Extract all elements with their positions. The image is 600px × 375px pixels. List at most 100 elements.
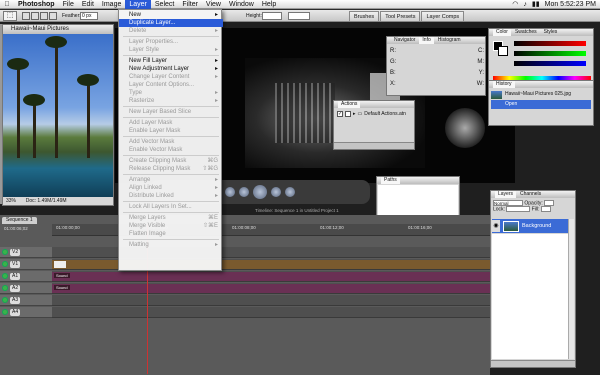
well-brushes[interactable]: Brushes xyxy=(349,11,380,21)
tab-color[interactable]: Color xyxy=(493,29,511,36)
layer-row-background[interactable]: ◉ Background xyxy=(492,219,574,233)
tab-swatches[interactable]: Swatches xyxy=(512,29,540,36)
play-button[interactable] xyxy=(253,185,267,199)
current-timecode[interactable]: 01:00:06;02 xyxy=(4,226,28,231)
menu-item-align-linked[interactable]: Align Linked ▸ xyxy=(119,184,223,192)
audio-clip[interactable]: Sound xyxy=(52,284,490,293)
menu-item-merge-layers[interactable]: Merge Layers ⌘E xyxy=(119,214,223,222)
menu-item-delete[interactable]: Delete ▸ xyxy=(119,27,223,35)
menu-image[interactable]: Image xyxy=(98,0,125,9)
menu-photoshop[interactable]: Photoshop xyxy=(14,0,59,9)
action-set-row[interactable]: ✓ ▸ ▭ Default Actions.atn xyxy=(337,111,406,117)
menu-item-distribute-linked[interactable]: Distribute Linked ▸ xyxy=(119,192,223,200)
menu-layer[interactable]: Layer xyxy=(125,0,151,9)
track-name[interactable]: V2 xyxy=(10,248,21,256)
track-toggle-icon[interactable] xyxy=(2,309,8,315)
menu-item-create-clipping-mask[interactable]: Create Clipping Mask ⌘G xyxy=(119,157,223,165)
track-lane[interactable]: Sound xyxy=(52,271,490,282)
menu-item-layer-content-options[interactable]: Layer Content Options... xyxy=(119,81,223,89)
menu-item-add-vector-mask[interactable]: Add Vector Mask xyxy=(119,138,223,146)
wifi-icon[interactable]: ◠ xyxy=(512,0,518,9)
menu-help[interactable]: Help xyxy=(258,0,280,9)
eye-icon[interactable]: ◉ xyxy=(492,220,500,232)
menu-item-layer-style[interactable]: Layer Style ▸ xyxy=(119,46,223,54)
tab-styles[interactable]: Styles xyxy=(541,29,561,36)
blend-mode-select[interactable]: Normal xyxy=(493,200,523,206)
menu-item-rasterize[interactable]: Rasterize ▸ xyxy=(119,97,223,105)
history-snapshot[interactable]: Hawaii~Maui Pictures 025.jpg xyxy=(491,90,591,99)
tab-navigator[interactable]: Navigator xyxy=(391,37,418,44)
track-toggle-icon[interactable] xyxy=(2,273,8,279)
tab-info[interactable]: Info xyxy=(419,37,434,44)
prev-edit-button[interactable] xyxy=(225,187,235,197)
tab-actions[interactable]: Actions xyxy=(338,101,361,108)
track-toggle-icon[interactable] xyxy=(2,285,8,291)
blue-slider[interactable] xyxy=(514,61,586,66)
menu-filter[interactable]: Filter xyxy=(178,0,202,9)
fill-input[interactable] xyxy=(540,206,551,213)
tab-history[interactable]: History xyxy=(493,81,515,88)
menu-item-release-clipping-mask[interactable]: Release Clipping Mask ⇧⌘G xyxy=(119,165,223,173)
track-toggle-icon[interactable] xyxy=(2,261,8,267)
tab-channels[interactable]: Channels xyxy=(517,191,544,198)
menu-select[interactable]: Select xyxy=(151,0,178,9)
menu-view[interactable]: View xyxy=(202,0,225,9)
menu-item-matting[interactable]: Matting ▸ xyxy=(119,241,223,249)
track-lane[interactable] xyxy=(52,307,490,318)
image-window[interactable]: Hawaii~Maui Pictures 33% Doc: 1.49M/1.49… xyxy=(2,24,114,206)
height-input[interactable] xyxy=(262,12,282,20)
zoom-level[interactable]: 33% xyxy=(6,198,16,204)
selection-new-icon[interactable] xyxy=(22,12,30,20)
track-toggle-icon[interactable] xyxy=(2,249,8,255)
menu-window[interactable]: Window xyxy=(225,0,258,9)
feather-input[interactable]: 0 px xyxy=(80,12,98,20)
well-tool-presets[interactable]: Tool Presets xyxy=(380,11,421,21)
track-name[interactable]: A2 xyxy=(10,284,21,292)
menu-item-type[interactable]: Type ▸ xyxy=(119,89,223,97)
refine-field[interactable] xyxy=(288,12,310,20)
apple-menu-icon[interactable]:  xyxy=(0,1,14,8)
menu-file[interactable]: File xyxy=(59,0,78,9)
selection-intersect-icon[interactable] xyxy=(49,12,57,20)
green-slider[interactable] xyxy=(514,51,586,56)
menu-item-merge-visible[interactable]: Merge Visible ⇧⌘E xyxy=(119,222,223,230)
menu-item-layer-properties[interactable]: Layer Properties... xyxy=(119,38,223,46)
well-layer-comps[interactable]: Layer Comps xyxy=(421,11,465,21)
tab-paths[interactable]: Paths xyxy=(381,177,400,184)
selection-add-icon[interactable] xyxy=(31,12,39,20)
track-toggle-icon[interactable] xyxy=(2,297,8,303)
rewind-button[interactable] xyxy=(239,187,249,197)
action-checkbox[interactable]: ✓ xyxy=(337,111,343,117)
menu-item-new[interactable]: New ▸ xyxy=(119,11,223,19)
track-name[interactable]: A3 xyxy=(10,296,21,304)
next-edit-button[interactable] xyxy=(285,187,295,197)
red-slider[interactable] xyxy=(514,41,586,46)
menu-item-arrange[interactable]: Arrange ▸ xyxy=(119,176,223,184)
menu-item-lock-all-layers-in-set[interactable]: Lock All Layers In Set... xyxy=(119,203,223,211)
menu-item-new-fill-layer[interactable]: New Fill Layer ▸ xyxy=(119,57,223,65)
marquee-tool-icon[interactable]: ⬚ xyxy=(3,11,17,21)
volume-icon[interactable]: ♪ xyxy=(523,0,527,9)
menu-edit[interactable]: Edit xyxy=(78,0,98,9)
track-name[interactable]: A4 xyxy=(10,308,21,316)
menu-item-add-layer-mask[interactable]: Add Layer Mask xyxy=(119,119,223,127)
tab-sequence[interactable]: Sequence 1 xyxy=(2,217,37,224)
forward-button[interactable] xyxy=(271,187,281,197)
image-window-title[interactable]: Hawaii~Maui Pictures xyxy=(3,25,113,34)
history-state[interactable]: Open xyxy=(491,100,591,109)
actions-footer[interactable] xyxy=(334,142,414,149)
track-lane[interactable]: Sound xyxy=(52,283,490,294)
track-lane[interactable] xyxy=(52,295,490,306)
background-color[interactable] xyxy=(498,46,508,56)
audio-clip[interactable]: Sound xyxy=(52,272,490,281)
disclosure-triangle-icon[interactable]: ▸ xyxy=(353,111,356,117)
tab-layers[interactable]: Layers xyxy=(495,191,517,198)
layers-list[interactable] xyxy=(492,234,574,359)
layers-scrollbar[interactable] xyxy=(568,219,574,359)
menu-item-enable-layer-mask[interactable]: Enable Layer Mask xyxy=(119,127,223,135)
tab-histogram[interactable]: Histogram xyxy=(435,37,464,44)
menu-item-enable-vector-mask[interactable]: Enable Vector Mask xyxy=(119,146,223,154)
battery-icon[interactable]: ▮▮ xyxy=(532,0,540,9)
layers-footer[interactable] xyxy=(491,360,575,367)
menu-item-flatten-image[interactable]: Flatten Image xyxy=(119,230,223,238)
